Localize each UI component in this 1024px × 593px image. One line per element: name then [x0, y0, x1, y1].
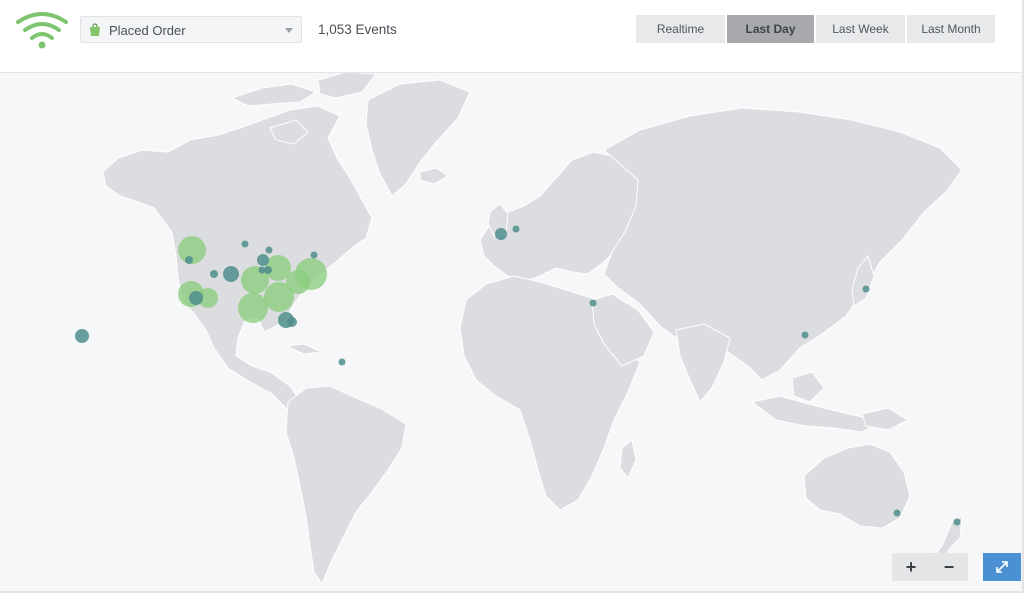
- madagascar: [619, 439, 637, 479]
- marker-small[interactable]: [189, 291, 203, 305]
- event-type-value: Placed Order: [109, 23, 186, 38]
- greenland: [365, 79, 471, 197]
- marker-small[interactable]: [893, 509, 901, 517]
- world-map-area[interactable]: [0, 73, 1022, 591]
- time-range-last-week[interactable]: Last Week: [816, 15, 906, 43]
- fullscreen-button[interactable]: [983, 553, 1021, 581]
- time-range-last-month[interactable]: Last Month: [907, 15, 995, 43]
- indonesia: [751, 395, 881, 433]
- marker-small[interactable]: [310, 251, 318, 259]
- zoom-in-button[interactable]: +: [892, 553, 930, 581]
- expand-icon: [996, 561, 1008, 573]
- event-type-select[interactable]: Placed Order: [80, 16, 302, 43]
- marker-small[interactable]: [953, 518, 961, 526]
- header-bar: Placed Order 1,053 Events Realtime Last …: [0, 0, 1022, 73]
- south-america: [285, 385, 407, 585]
- app-window: Placed Order 1,053 Events Realtime Last …: [0, 0, 1024, 593]
- india: [675, 323, 731, 403]
- marker-small[interactable]: [185, 256, 193, 264]
- marker-small[interactable]: [287, 317, 297, 327]
- iceland: [419, 167, 449, 185]
- marker-small[interactable]: [258, 266, 266, 274]
- marker-small[interactable]: [589, 299, 597, 307]
- marker-small[interactable]: [257, 254, 269, 266]
- asia: [603, 107, 963, 381]
- marker-small[interactable]: [801, 331, 809, 339]
- marker-small[interactable]: [210, 270, 218, 278]
- borneo: [791, 371, 825, 403]
- marker-small[interactable]: [495, 228, 507, 240]
- marker-small[interactable]: [265, 246, 273, 254]
- marker-small[interactable]: [862, 285, 870, 293]
- arctic-islands: [231, 83, 317, 107]
- north-america: [102, 105, 373, 411]
- marker-large[interactable]: [295, 258, 327, 290]
- cuba: [285, 343, 323, 355]
- marker-small[interactable]: [241, 240, 249, 248]
- marker-small[interactable]: [338, 358, 346, 366]
- marker-large[interactable]: [238, 293, 268, 323]
- marker-small[interactable]: [223, 266, 239, 282]
- new-guinea: [861, 407, 909, 431]
- arctic-islands: [317, 73, 377, 99]
- events-count: 1,053 Events: [318, 22, 397, 37]
- continents: [102, 73, 963, 585]
- time-range-last-day[interactable]: Last Day: [727, 15, 815, 43]
- marker-small[interactable]: [512, 225, 520, 233]
- shopping-bag-icon: [90, 23, 100, 36]
- chevron-down-icon: [285, 28, 293, 33]
- marker-small[interactable]: [75, 329, 89, 343]
- zoom-out-button[interactable]: −: [930, 553, 968, 581]
- time-range-realtime[interactable]: Realtime: [636, 15, 726, 43]
- wifi-logo-icon: [16, 12, 68, 49]
- australia: [803, 443, 911, 529]
- world-map[interactable]: [0, 73, 1022, 591]
